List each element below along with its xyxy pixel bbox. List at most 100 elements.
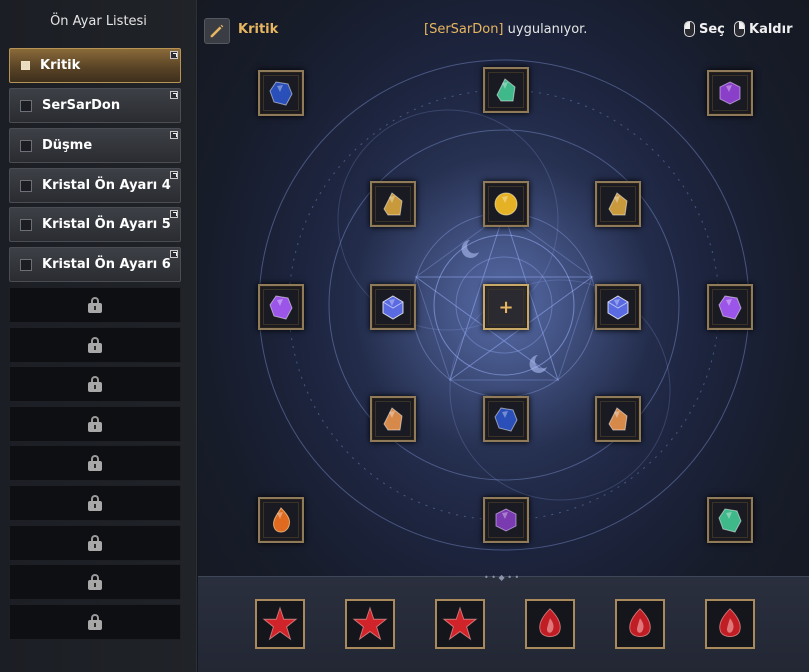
- purple-amethyst-gem-icon: [712, 75, 748, 111]
- preset-checkbox[interactable]: [20, 258, 32, 271]
- lock-icon: [88, 415, 102, 432]
- lock-icon: [88, 495, 102, 511]
- preset-checkbox[interactable]: [21, 61, 30, 70]
- crystal-socket-green-blue-crystal[interactable]: [483, 67, 529, 113]
- locked-preset-slot: [9, 564, 181, 601]
- crystal-socket-violet-crystal[interactable]: [707, 284, 753, 330]
- edit-preset-button[interactable]: [204, 18, 230, 44]
- crystal-socket-amber-shard[interactable]: [595, 181, 641, 227]
- red-flame-rune-icon: [719, 608, 741, 638]
- applied-preset-name: [SerSarDon]: [424, 22, 504, 37]
- preset-slot-sersardon[interactable]: SerSarDon: [9, 88, 181, 123]
- expand-icon[interactable]: [170, 131, 178, 139]
- lock-icon: [88, 336, 102, 353]
- expand-icon[interactable]: [170, 210, 178, 218]
- applied-status-suffix: uygulanıyor.: [503, 22, 588, 37]
- preset-slot-kritik[interactable]: Kritik: [9, 48, 181, 83]
- remove-hint: Kaldır: [734, 21, 792, 37]
- crystal-socket-orange-shard[interactable]: [595, 396, 641, 442]
- lock-icon: [88, 613, 102, 630]
- preset-checkbox[interactable]: [20, 179, 32, 192]
- preset-slot-dusme[interactable]: Düşme: [9, 128, 181, 163]
- crystal-board: Kritik [SerSarDon] uygulanıyor. Seç Kald…: [198, 0, 809, 672]
- violet-crystal-gem-icon: [712, 289, 748, 325]
- rune-slot-red-star-rune[interactable]: [255, 599, 305, 649]
- plus-icon: +: [498, 296, 514, 318]
- rune-slot-red-star-rune[interactable]: [345, 599, 395, 649]
- fire-droplet-gem-icon: [263, 502, 299, 538]
- preset-sidebar: Ön Ayar Listesi Kritik SerSarDon Düşme K…: [0, 0, 197, 672]
- preset-label: Kristal Ön Ayarı 4: [42, 178, 171, 193]
- locked-preset-slot: [9, 287, 181, 323]
- lock-icon: [88, 534, 102, 551]
- center-socket[interactable]: +: [483, 284, 529, 330]
- rune-slot-red-flame-rune[interactable]: [525, 599, 575, 649]
- rune-slot-red-star-rune[interactable]: [435, 599, 485, 649]
- locked-preset-slot: [9, 405, 181, 442]
- gold-orb-gem-icon: [488, 186, 524, 222]
- preset-slot-5[interactable]: Kristal Ön Ayarı 5: [9, 207, 181, 242]
- locked-preset-slot: [9, 485, 181, 521]
- crystal-socket-fire-droplet[interactable]: [258, 497, 304, 543]
- locked-preset-slot: [9, 366, 181, 403]
- red-star-rune-icon: [352, 606, 388, 641]
- amber-shard-gem-icon: [375, 186, 411, 222]
- remove-hint-label: Kaldır: [749, 21, 793, 37]
- expand-icon[interactable]: [170, 51, 178, 59]
- left-mouse-icon: [684, 21, 695, 37]
- locked-preset-slot: [9, 603, 181, 640]
- preset-slot-6[interactable]: Kristal Ön Ayarı 6: [9, 247, 181, 282]
- red-flame-rune-icon: [539, 608, 561, 638]
- preset-label: SerSarDon: [42, 98, 121, 113]
- preset-checkbox[interactable]: [20, 99, 32, 112]
- red-star-rune-icon: [262, 606, 298, 641]
- red-flame-rune-icon: [629, 608, 651, 638]
- orange-shard-gem-icon: [375, 401, 411, 437]
- blue-cube-gem-icon: [375, 289, 411, 325]
- lock-icon: [88, 574, 102, 591]
- locked-preset-slot: [9, 326, 181, 363]
- current-preset-name: Kritik: [238, 22, 279, 37]
- blue-sapphire-gem-icon: [263, 75, 299, 111]
- expand-icon[interactable]: [170, 91, 178, 99]
- crystal-socket-orange-shard[interactable]: [370, 396, 416, 442]
- rune-slot-red-flame-rune[interactable]: [615, 599, 665, 649]
- crystal-socket-purple-amethyst[interactable]: [707, 70, 753, 116]
- preset-label: Kritik: [40, 58, 81, 73]
- orange-shard-gem-icon: [600, 401, 636, 437]
- amber-shard-gem-icon: [600, 186, 636, 222]
- applied-status: [SerSarDon] uygulanıyor.: [424, 22, 587, 37]
- crystal-socket-blue-cube[interactable]: [370, 284, 416, 330]
- blue-sapphire-gem-icon: [488, 401, 524, 437]
- locked-preset-slot: [9, 524, 181, 561]
- red-star-rune-icon: [442, 606, 478, 641]
- green-blue-crystal-gem-icon: [488, 72, 524, 108]
- preset-slot-4[interactable]: Kristal Ön Ayarı 4: [9, 168, 181, 203]
- rune-slot-red-flame-rune[interactable]: [705, 599, 755, 649]
- lock-icon: [88, 297, 102, 313]
- crystal-socket-amber-shard[interactable]: [370, 181, 416, 227]
- crystal-socket-blue-cube[interactable]: [595, 284, 641, 330]
- expand-icon[interactable]: [170, 250, 178, 258]
- board-header: Kritik [SerSarDon] uygulanıyor. Seç Kald…: [198, 0, 809, 58]
- lock-icon: [88, 376, 102, 393]
- expand-icon[interactable]: [170, 171, 178, 179]
- divider-ornament: • • ◆ • •: [484, 573, 520, 582]
- crystal-socket-gold-orb[interactable]: [483, 181, 529, 227]
- rune-bar: • • ◆ • •: [198, 573, 809, 672]
- crystal-socket-blue-sapphire[interactable]: [483, 396, 529, 442]
- violet-crystal-gem-icon: [263, 289, 299, 325]
- select-hint-label: Seç: [699, 21, 725, 37]
- preset-list-title: Ön Ayar Listesi: [50, 14, 147, 29]
- crystal-socket-blue-sapphire[interactable]: [258, 70, 304, 116]
- preset-label: Kristal Ön Ayarı 5: [42, 217, 171, 232]
- preset-checkbox[interactable]: [20, 218, 32, 231]
- select-hint: Seç: [684, 21, 725, 37]
- crystal-socket-green-blue-crystal[interactable]: [707, 497, 753, 543]
- blue-cube-gem-icon: [600, 289, 636, 325]
- crystal-socket-purple-hexagon[interactable]: [483, 497, 529, 543]
- preset-label: Kristal Ön Ayarı 6: [42, 257, 171, 272]
- preset-checkbox[interactable]: [20, 139, 32, 152]
- preset-label: Düşme: [42, 138, 93, 153]
- crystal-socket-violet-crystal[interactable]: [258, 284, 304, 330]
